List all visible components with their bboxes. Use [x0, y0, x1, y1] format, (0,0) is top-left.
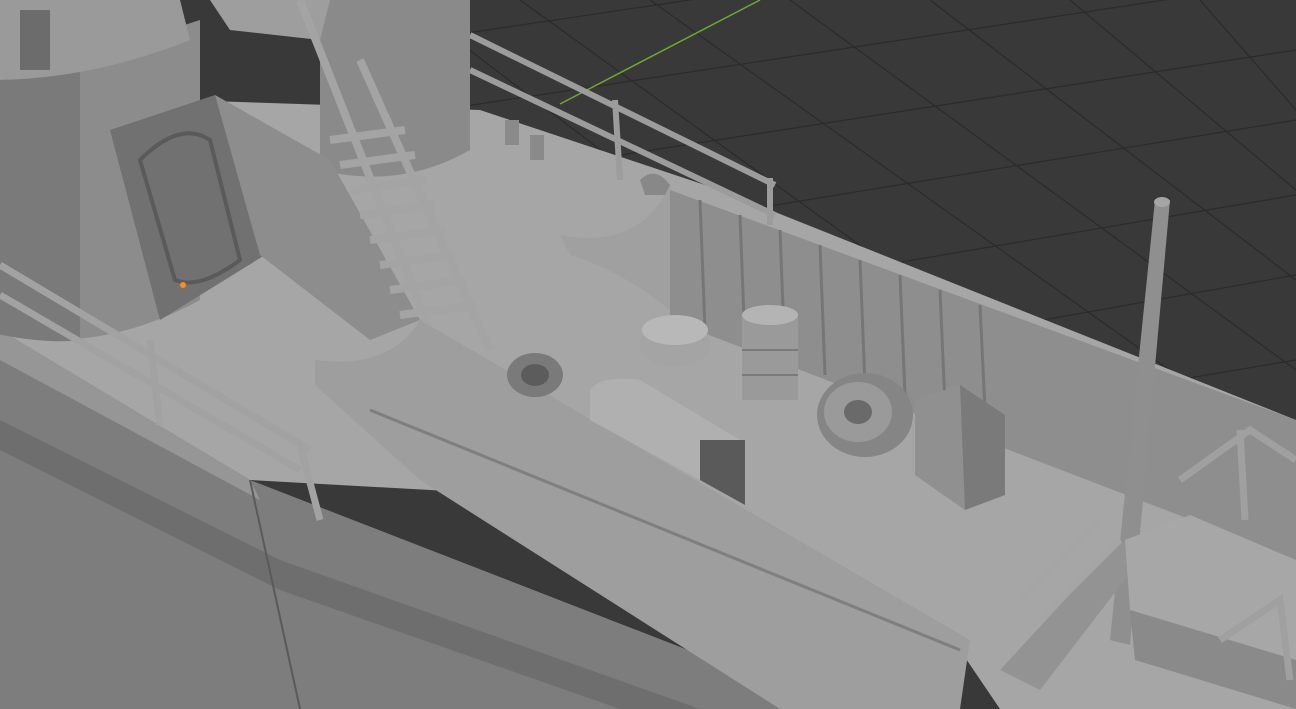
selected-origin-dot	[180, 282, 186, 288]
round-canister[interactable]	[640, 315, 710, 367]
barrel[interactable]	[742, 305, 798, 400]
cable-drum-small[interactable]	[507, 353, 563, 397]
cable-drum-large[interactable]	[817, 373, 913, 457]
viewport-canvas[interactable]	[0, 0, 1296, 709]
y-axis-line	[559, 0, 761, 105]
3d-viewport[interactable]	[0, 0, 1296, 709]
